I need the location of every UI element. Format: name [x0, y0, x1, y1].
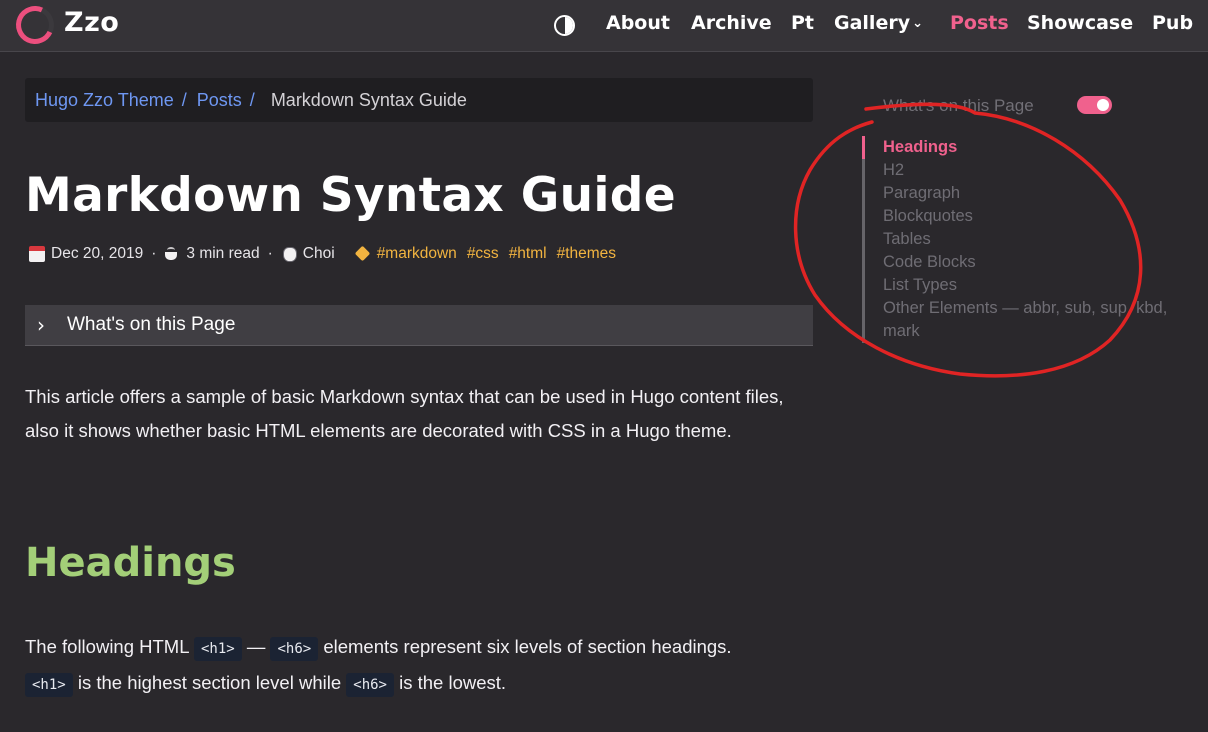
toc-link-h2[interactable]: H2: [862, 159, 1192, 182]
nav-item-showcase[interactable]: Showcase: [1027, 12, 1133, 34]
toc-link-headings[interactable]: Headings: [862, 136, 1192, 159]
intro-paragraph: This article offers a sample of basic Ma…: [25, 386, 784, 441]
breadcrumb-current: Markdown Syntax Guide: [270, 90, 467, 110]
zzo-logo-icon[interactable]: [10, 0, 60, 50]
tag-link[interactable]: #themes: [557, 245, 616, 263]
post-meta: Dec 20, 2019 · 3 min read · Choi #markdo…: [29, 245, 626, 263]
nav-item-archive[interactable]: Archive: [691, 12, 772, 34]
toc-link-code-blocks[interactable]: Code Blocks: [862, 251, 1192, 274]
chevron-down-icon: ⌄: [912, 16, 923, 31]
author-name[interactable]: Choi: [303, 245, 335, 263]
headings-paragraph: The following HTML <h1> — <h6> elements …: [25, 630, 825, 702]
brand-name[interactable]: Zzo: [64, 7, 119, 38]
chevron-right-icon: ›: [37, 313, 45, 337]
text-fragment: is the highest section level while: [77, 672, 342, 693]
sidebar-toc-title: What's on this Page: [883, 96, 1034, 115]
post-date: Dec 20, 2019: [51, 245, 144, 262]
breadcrumb-separator: /: [181, 90, 187, 110]
toc-link-other-elements[interactable]: Other Elements — abbr, sub, sup, kbd, ma…: [862, 297, 1192, 343]
tag-icon: [355, 246, 371, 262]
toc-collapsible[interactable]: › What's on this Page: [25, 305, 813, 346]
toc-link-tables[interactable]: Tables: [862, 228, 1192, 251]
inline-code-h1: <h1>: [193, 637, 242, 661]
toggle-knob: [1097, 99, 1109, 111]
meta-separator: ·: [151, 245, 157, 262]
toc-toggle-switch[interactable]: [1077, 96, 1112, 114]
nav-item-pt[interactable]: Pt: [791, 12, 814, 34]
nav-item-about[interactable]: About: [606, 12, 670, 34]
inline-code-h6: <h6>: [346, 673, 394, 697]
nav-item-pub[interactable]: Pub: [1152, 12, 1193, 34]
toc-link-paragraph[interactable]: Paragraph: [862, 182, 1192, 205]
breadcrumb-link-posts[interactable]: Posts: [197, 90, 242, 110]
toc-collapsible-label: What's on this Page: [67, 314, 236, 335]
inline-code-h1: <h1>: [25, 673, 73, 697]
sidebar-toc-list: Headings H2 Paragraph Blockquotes Tables…: [862, 136, 1192, 343]
toc-link-blockquotes[interactable]: Blockquotes: [862, 205, 1192, 228]
tag-link[interactable]: #markdown: [377, 245, 457, 263]
contrast-icon[interactable]: [554, 15, 575, 36]
read-time: 3 min read: [186, 245, 260, 262]
coffee-icon: [164, 246, 180, 262]
nav-item-posts[interactable]: Posts: [950, 12, 1009, 34]
top-navbar: Zzo About Archive Pt Gallery ⌄ Posts Show…: [0, 0, 1208, 52]
author-avatar-icon: [281, 246, 297, 262]
text-fragment: elements represent six levels of section…: [323, 636, 732, 657]
breadcrumb: Hugo Zzo Theme / Posts / Markdown Syntax Gui…: [25, 78, 813, 122]
toc-link-list-types[interactable]: List Types: [862, 274, 1192, 297]
nav-item-gallery-label: Gallery: [834, 12, 911, 34]
tag-link[interactable]: #css: [467, 245, 499, 263]
calendar-icon: [29, 246, 45, 262]
text-fragment: —: [246, 636, 266, 657]
tag-link[interactable]: #html: [509, 245, 547, 263]
breadcrumb-link-home[interactable]: Hugo Zzo Theme: [35, 90, 174, 110]
section-heading-headings: Headings: [25, 540, 236, 586]
nav-item-gallery[interactable]: Gallery ⌄: [834, 12, 923, 34]
inline-code-h6: <h6>: [270, 637, 319, 661]
page-title: Markdown Syntax Guide: [25, 168, 676, 223]
meta-separator: ·: [267, 245, 273, 262]
breadcrumb-separator: /: [249, 90, 255, 110]
text-fragment: is the lowest.: [399, 672, 507, 693]
text-fragment: The following HTML: [25, 636, 189, 657]
